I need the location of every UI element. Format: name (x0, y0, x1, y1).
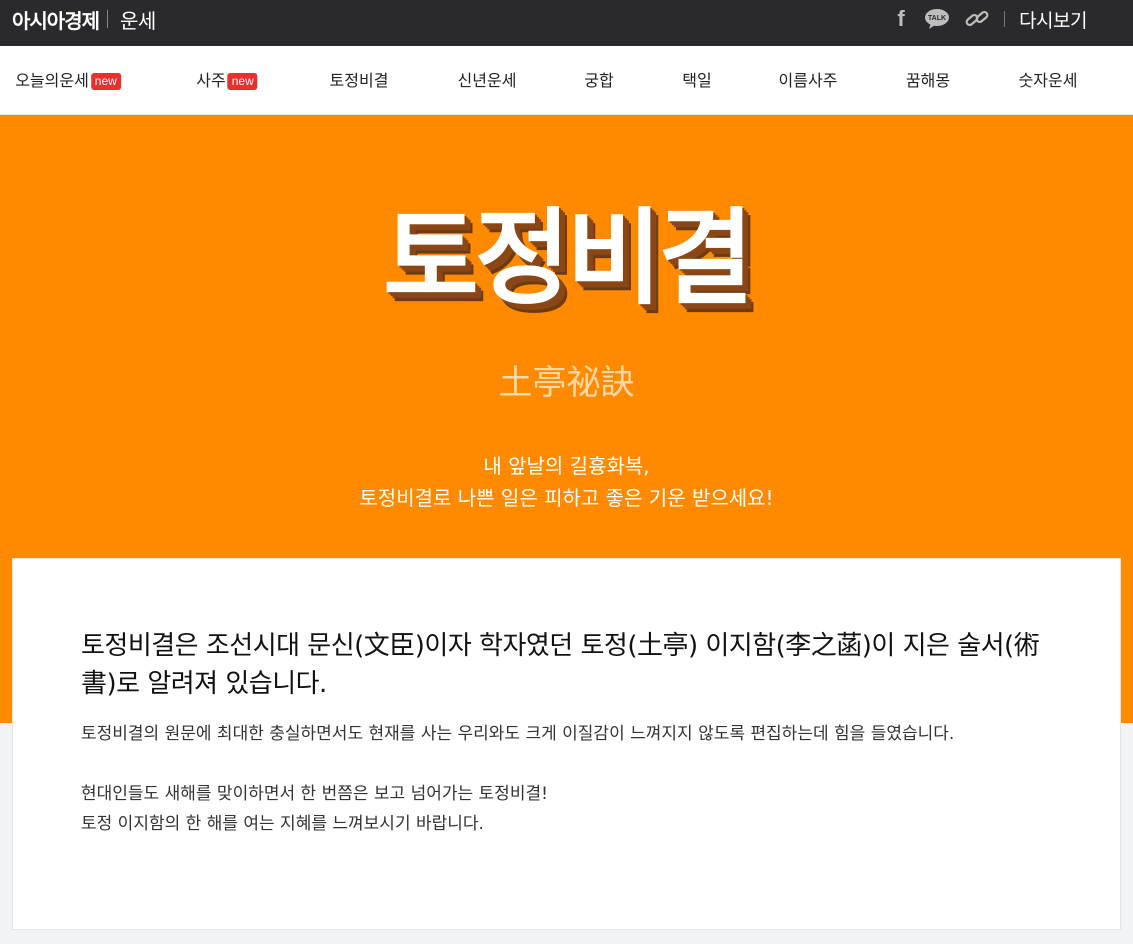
nav-item-number-fortune[interactable]: 숫자운세 (1019, 46, 1078, 114)
nav-item-today-fortune[interactable]: 오늘의운세 new (15, 46, 121, 114)
nav-item-label: 꿈해몽 (905, 71, 951, 90)
brand[interactable]: 아시아경제 운세 (12, 4, 156, 34)
intro-heading: 토정비결은 조선시대 문신(文臣)이자 학자였던 토정(土亭) 이지함(李之菡)… (81, 631, 1040, 699)
nav-item-label: 택일 (682, 71, 712, 90)
top-actions: f TALK 다시보기 (892, 4, 1087, 34)
nav-item-label: 숫자운세 (1018, 71, 1078, 90)
actions-divider (1004, 11, 1006, 27)
facebook-icon[interactable]: f (892, 6, 910, 31)
hero-subtitle: 내 앞날의 길흉화복, 토정비결로 나쁜 일은 피하고 좋은 기운 받으세요! (0, 450, 1133, 514)
replay-button[interactable]: 다시보기 (1019, 6, 1087, 33)
kakaotalk-icon[interactable]: TALK (924, 8, 950, 30)
hero-title: 토정비결 (383, 197, 754, 319)
brand-divider (107, 10, 108, 28)
intro-paragraph: 토정비결의 원문에 최대한 충실하면서도 현재를 사는 우리와도 크게 이질감이… (81, 724, 955, 744)
nav-item-new-year[interactable]: 신년운세 (458, 46, 517, 114)
intro-body: 토정비결의 원문에 최대한 충실하면서도 현재를 사는 우리와도 크게 이질감이… (81, 719, 1071, 839)
brand-logo[interactable]: 아시아경제 (12, 5, 100, 34)
top-bar: 아시아경제 운세 f TALK 다시보기 (0, 0, 1133, 46)
nav-item-taegil[interactable]: 택일 (682, 46, 711, 114)
nav-item-label: 이름사주 (778, 71, 838, 90)
section-title[interactable]: 운세 (120, 5, 156, 34)
intro-line: 토정 이지함의 한 해를 여는 지혜를 느껴보시기 바랍니다. (81, 814, 484, 834)
hero-hanja: 土亭祕訣 (498, 363, 635, 403)
nav-item-saju[interactable]: 사주 new (196, 46, 258, 114)
link-icon[interactable] (964, 8, 990, 30)
nav-item-name-saju[interactable]: 이름사주 (779, 46, 838, 114)
nav-item-label: 사주 (196, 71, 226, 90)
nav-item-gunghap[interactable]: 궁합 (584, 46, 613, 114)
nav-item-label: 신년운세 (457, 71, 517, 90)
nav-item-tojeong[interactable]: 토정비결 (330, 46, 389, 114)
intro-card: 토정비결은 조선시대 문신(文臣)이자 학자였던 토정(土亭) 이지함(李之菡)… (12, 558, 1121, 930)
nav-item-dream[interactable]: 꿈해몽 (906, 46, 950, 114)
kakaotalk-label: TALK (928, 15, 946, 22)
hero-subtitle-line: 토정비결로 나쁜 일은 피하고 좋은 기운 받으세요! (359, 486, 774, 510)
intro-line: 현대인들도 새해를 맞이하면서 한 번쯤은 보고 넘어가는 토정비결! (81, 784, 548, 804)
category-nav: 오늘의운세 new 사주 new 토정비결 신년운세 궁합 택일 이름사주 꿈해몽 … (0, 46, 1133, 115)
nav-item-label: 오늘의운세 (15, 71, 89, 90)
new-badge: new (90, 73, 121, 90)
nav-item-label: 궁합 (584, 71, 614, 90)
intro-paragraph: 현대인들도 새해를 맞이하면서 한 번쯤은 보고 넘어가는 토정비결! 토정 이… (81, 779, 1071, 839)
nav-item-label: 토정비결 (329, 71, 389, 90)
new-badge: new (227, 73, 258, 90)
hero-subtitle-line: 내 앞날의 길흉화복, (483, 454, 650, 478)
